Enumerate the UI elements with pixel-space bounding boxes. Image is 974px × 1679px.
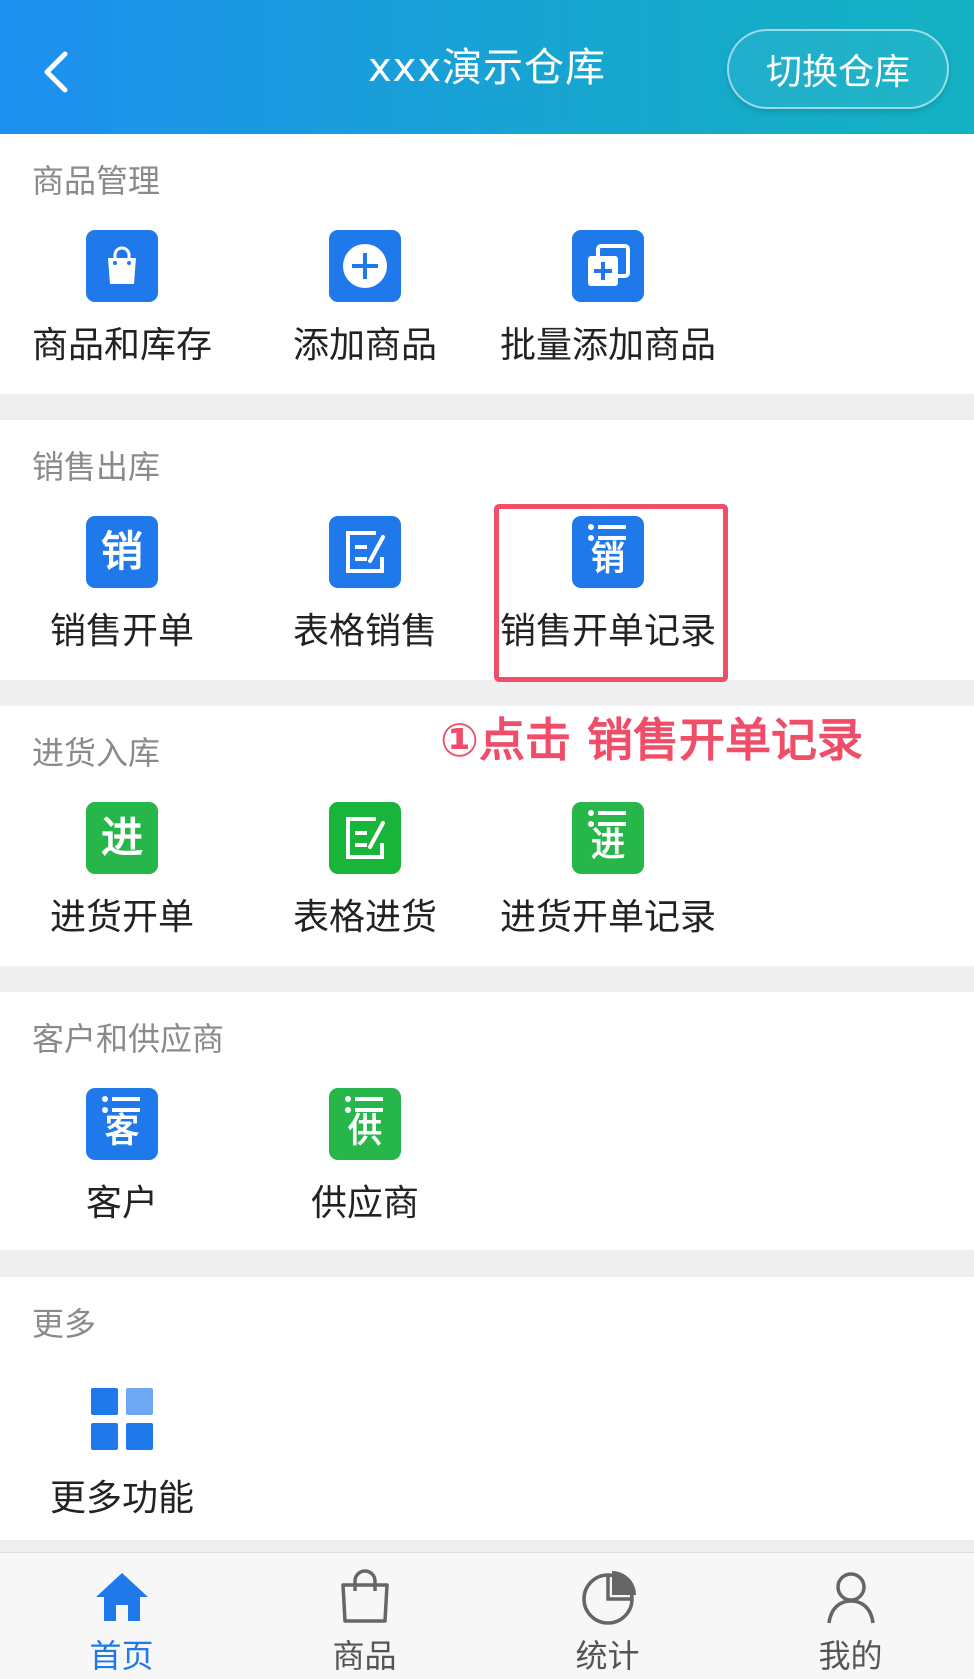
tab-statistics[interactable]: 统计 xyxy=(486,1553,729,1679)
shopping-bag-icon xyxy=(340,1569,389,1623)
item-label: 批量添加商品 xyxy=(499,325,716,366)
item-label: 客户 xyxy=(85,1183,158,1224)
sales-icon: 销 xyxy=(86,516,158,588)
purchase-records-icon: 进 xyxy=(572,802,644,874)
table-purchase-button[interactable]: 表格进货 xyxy=(255,802,475,952)
section-title: 客户和供应商 xyxy=(32,1020,225,1058)
annotation-text: ①点击 销售开单记录 xyxy=(440,713,863,767)
add-product-button[interactable]: 添加商品 xyxy=(255,230,475,380)
item-label: 供应商 xyxy=(310,1183,419,1224)
tab-mine[interactable]: 我的 xyxy=(729,1553,972,1679)
sales-order-button[interactable]: 销 销售开单 xyxy=(12,516,232,666)
products-and-stock-button[interactable]: 商品和库存 xyxy=(12,230,232,380)
switch-warehouse-button[interactable]: 切换仓库 xyxy=(727,29,949,109)
section-title: 更多 xyxy=(32,1305,97,1343)
section-product-management: 商品管理 商品和库存 添加商品 批量添加商品 xyxy=(0,134,974,394)
tab-products[interactable]: 商品 xyxy=(243,1553,486,1679)
batch-add-product-button[interactable]: 批量添加商品 xyxy=(498,230,718,380)
home-icon xyxy=(95,1573,148,1621)
more-features-button[interactable]: 更多功能 xyxy=(12,1383,232,1533)
customers-button[interactable]: 客 客户 xyxy=(12,1088,232,1238)
item-label: 进货开单 xyxy=(49,897,194,938)
plus-circle-icon xyxy=(329,230,401,302)
item-label: 添加商品 xyxy=(292,325,437,366)
section-customers-suppliers: 客户和供应商 客 客户 供 供应商 xyxy=(0,992,974,1250)
edit-form-icon xyxy=(329,802,401,874)
item-label: 表格进货 xyxy=(292,897,437,938)
user-icon xyxy=(826,1572,875,1624)
grid-apps-icon xyxy=(86,1383,158,1455)
purchase-icon: 进 xyxy=(86,802,158,874)
section-title: 商品管理 xyxy=(32,162,161,200)
table-sales-button[interactable]: 表格销售 xyxy=(255,516,475,666)
batch-add-icon xyxy=(572,230,644,302)
edit-form-icon xyxy=(329,516,401,588)
bottom-tab-bar: 首页 商品 统计 我的 xyxy=(0,1552,974,1679)
tab-label: 首页 xyxy=(89,1637,154,1675)
highlight-box xyxy=(494,504,728,682)
tab-label: 统计 xyxy=(575,1637,640,1675)
item-label: 商品和库存 xyxy=(31,325,212,366)
tab-label: 我的 xyxy=(818,1637,883,1675)
section-title: 销售出库 xyxy=(32,448,161,486)
tab-home[interactable]: 首页 xyxy=(0,1553,243,1679)
section-sales-outbound: 销售出库 销 销售开单 表格销售 销 销售开单记录 xyxy=(0,420,974,680)
section-more: 更多 更多功能 xyxy=(0,1277,974,1540)
shopping-bag-icon xyxy=(86,230,158,302)
item-label: 进货开单记录 xyxy=(499,897,716,938)
item-label: 表格销售 xyxy=(292,611,437,652)
app-header: xxx演示仓库 切换仓库 xyxy=(0,0,974,134)
purchase-order-button[interactable]: 进 进货开单 xyxy=(12,802,232,952)
pie-chart-icon xyxy=(581,1571,636,1625)
suppliers-button[interactable]: 供 供应商 xyxy=(255,1088,475,1238)
section-title: 进货入库 xyxy=(32,734,161,772)
item-label: 销售开单 xyxy=(49,611,194,652)
purchase-order-records-button[interactable]: 进 进货开单记录 xyxy=(498,802,718,952)
tab-label: 商品 xyxy=(332,1637,397,1675)
item-label: 更多功能 xyxy=(49,1478,194,1519)
supplier-icon: 供 xyxy=(329,1088,401,1160)
customer-icon: 客 xyxy=(86,1088,158,1160)
